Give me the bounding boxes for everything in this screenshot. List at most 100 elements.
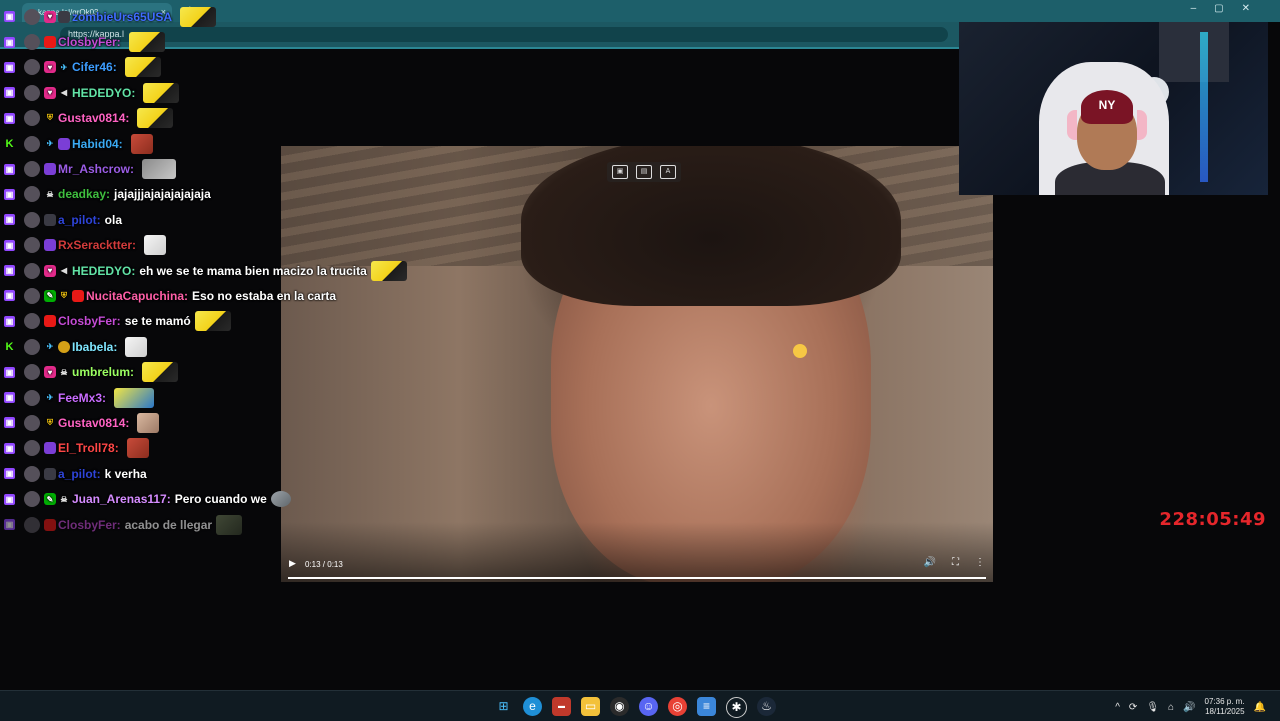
webcam-shelf [1159, 22, 1229, 82]
chat-username[interactable]: Mr_Ashcrow: [58, 162, 134, 176]
game-app-icon[interactable]: ✱ [726, 697, 747, 718]
tray-overflow-icon[interactable]: ^ [1115, 702, 1120, 713]
chat-badge-icon [44, 112, 56, 124]
chat-emote [142, 159, 177, 180]
volume-icon[interactable]: 🔊 [924, 557, 936, 568]
translate-icon[interactable]: A [660, 165, 676, 179]
chat-username[interactable]: ClosbyFer: [58, 518, 121, 532]
chat-badge-icon [58, 137, 70, 150]
cast-icon[interactable]: ▤ [636, 165, 652, 179]
chat-username[interactable]: zombieUrs65USA [72, 10, 172, 24]
chat-username[interactable]: El_Troll78: [58, 441, 119, 455]
chat-avatar [24, 186, 40, 203]
chrome-icon[interactable]: ◎ [668, 697, 687, 716]
chat-emote [130, 133, 153, 154]
chat-avatar [24, 313, 40, 330]
chat-username[interactable]: FeeMx3: [58, 391, 106, 405]
twitch-icon: ▣ [4, 188, 15, 200]
twitch-icon: ▣ [4, 290, 15, 302]
webcam-overlay: NY [959, 22, 1268, 195]
chat-emote [216, 514, 243, 535]
chat-username[interactable]: Gustav0814: [58, 416, 129, 430]
stream-timer: 228:05:49 [1159, 509, 1266, 530]
chat-badge-icon [58, 340, 70, 353]
chat-avatar [24, 465, 40, 482]
chat-username[interactable]: RxSeracktter: [58, 238, 136, 252]
chat-message: ▣ ClosbyFer: acabo de llegar [4, 512, 444, 537]
chat-username[interactable]: a_pilot: [58, 213, 101, 227]
twitch-icon: ▣ [4, 112, 15, 124]
steam-icon[interactable]: ♨ [757, 697, 776, 716]
video-progress-fill [288, 577, 986, 579]
chat-username[interactable]: Gustav0814: [58, 111, 129, 125]
pip-icon[interactable]: ▣ [612, 165, 628, 179]
media-app-icon[interactable]: ▬ [552, 697, 571, 716]
notification-icon[interactable]: 🔔 [1254, 702, 1266, 713]
chat-emote [125, 336, 148, 357]
chat-username[interactable]: ClosbyFer: [58, 314, 121, 328]
play-icon[interactable]: ▶ [289, 558, 296, 569]
chat-message: ▣ umbrelum: [4, 359, 444, 384]
chat-badge-icon [44, 289, 56, 302]
chat-message: ▣ Gustav0814: [4, 106, 444, 131]
chat-username[interactable]: umbrelum: [72, 365, 134, 379]
notepad-icon[interactable]: ≡ [697, 697, 716, 716]
chat-username[interactable]: deadkay: [58, 187, 110, 201]
twitch-icon: ▣ [4, 493, 15, 505]
chat-badge-icon [58, 290, 70, 302]
chat-avatar [24, 237, 40, 254]
chat-badge-icon [72, 289, 84, 302]
chat-text: k verha [104, 466, 147, 481]
taskbar-apps: ⊞ e ▬ ▭ ◉ ☺ ◎ ≡ ✱ ♨ [494, 697, 776, 718]
clock-time: 07:36 p. m. [1204, 697, 1245, 706]
chat-avatar [24, 440, 40, 457]
video-frame-hair [521, 146, 901, 306]
chat-emote [180, 6, 217, 27]
twitch-icon: ▣ [4, 265, 15, 277]
chat-emote [270, 491, 291, 508]
file-explorer-icon[interactable]: ▭ [581, 697, 600, 716]
network-icon[interactable]: ⌂ [1168, 702, 1174, 713]
chat-message: ▣ Cifer46: [4, 55, 444, 80]
microphone-icon[interactable]: 🎙 [1146, 702, 1159, 713]
chat-badge-icon [44, 467, 56, 480]
cap-logo: NY [1081, 90, 1133, 124]
chat-username[interactable]: ClosbyFer: [58, 35, 121, 49]
chat-emote [137, 108, 174, 129]
obs-icon[interactable]: ◉ [610, 697, 629, 716]
chat-username[interactable]: HEDEDYO: [72, 86, 135, 100]
chat-badge-icon [44, 138, 56, 150]
discord-icon[interactable]: ☺ [639, 697, 658, 716]
chat-message: ▣ RxSeracktter: [4, 233, 444, 258]
chat-message: ▣ FeeMx3: [4, 385, 444, 410]
chat-text: ola [104, 212, 123, 227]
chat-username[interactable]: Juan_Arenas117: [72, 492, 171, 506]
chat-username[interactable]: HEDEDYO: [72, 264, 135, 278]
windows-start-icon[interactable]: ⊞ [494, 697, 513, 716]
video-controls: ▶ 0:13 / 0:13 🔊 ⛶ ⋮ [281, 552, 993, 582]
taskbar-clock[interactable]: 07:36 p. m. 18/11/2025 [1205, 697, 1245, 717]
volume-tray-icon[interactable]: 🔊 [1183, 702, 1195, 713]
fullscreen-icon[interactable]: ⛶ [952, 557, 959, 568]
chat-text: eh we se te mama bien macizo la trucita [139, 263, 367, 278]
chat-username[interactable]: NucitaCapuchina: [86, 289, 188, 303]
chat-username[interactable]: Habid04: [72, 137, 123, 151]
twitch-icon: ▣ [4, 11, 15, 23]
chat-message: K Habid04: [4, 131, 444, 156]
edge-icon[interactable]: e [523, 697, 542, 716]
chat-username[interactable]: Ibabela: [72, 340, 117, 354]
sync-icon[interactable]: ⟳ [1129, 702, 1137, 713]
video-progress-bar[interactable] [288, 577, 986, 579]
twitch-icon: ▣ [4, 36, 15, 48]
chat-emote [194, 311, 231, 332]
chat-username[interactable]: Cifer46: [72, 60, 117, 74]
chat-username[interactable]: a_pilot: [58, 467, 101, 481]
twitch-icon: ▣ [4, 392, 15, 404]
chat-badge-icon [44, 213, 56, 226]
twitch-icon: ▣ [4, 239, 15, 251]
more-options-icon[interactable]: ⋮ [975, 557, 985, 568]
chat-badge-icon [44, 86, 56, 99]
chat-text: jajajjjajajajajajaja [114, 187, 211, 202]
video-time: 0:13 / 0:13 [305, 560, 343, 569]
window-controls[interactable]: –▢✕ [1191, 3, 1268, 14]
